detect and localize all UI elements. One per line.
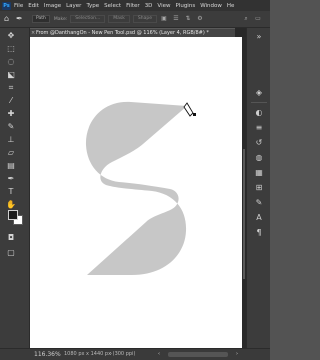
history-panel-icon[interactable]: ↺ — [254, 138, 264, 148]
home-icon[interactable]: ⌂ — [4, 15, 12, 23]
menu-plugins[interactable]: Plugins — [175, 3, 195, 9]
swatches-panel-icon[interactable]: ▦ — [254, 168, 264, 178]
crop-tool-icon[interactable]: ⌗ — [4, 83, 18, 93]
document-canvas[interactable] — [30, 37, 245, 349]
pen-tool-preset-icon[interactable]: ✒ — [16, 14, 26, 24]
workspace-icon[interactable]: ▭ — [254, 15, 262, 23]
close-tab-icon[interactable]: × — [31, 29, 35, 37]
zoom-level[interactable]: 116.36% — [34, 349, 61, 360]
status-bar: 116.36% 1080 px x 1440 px (300 ppi) › ‹ … — [0, 348, 270, 360]
search-icon[interactable]: ⌕ — [242, 15, 250, 23]
brush-tool-icon[interactable]: ✎ — [4, 122, 18, 132]
menu-view[interactable]: View — [157, 3, 170, 9]
make-label: Make: — [53, 16, 68, 22]
menu-file[interactable]: File — [14, 3, 23, 9]
lasso-tool-icon[interactable]: ◌ — [4, 57, 18, 67]
hand-tool-icon[interactable]: ✋ — [4, 200, 18, 210]
character-panel-icon[interactable]: A — [254, 213, 264, 223]
menu-select[interactable]: Select — [104, 3, 121, 9]
make-mask-button[interactable]: Mask — [108, 15, 130, 23]
layers-panel-icon[interactable]: ◈ — [254, 88, 264, 98]
document-tab-title: From @DanthangOn - New Pen Tool.psd @ 11… — [36, 30, 209, 36]
vertical-scroll-thumb[interactable] — [243, 149, 245, 279]
artwork-svg — [85, 101, 196, 275]
screen-mode-icon[interactable]: ▢ — [4, 248, 18, 258]
tool-mode-dropdown[interactable]: Path — [32, 15, 50, 23]
horizontal-scrollbar[interactable] — [168, 352, 228, 357]
panel-collapse-icon[interactable]: » — [254, 32, 264, 42]
gradient-tool-icon[interactable]: ▤ — [4, 161, 18, 171]
eraser-tool-icon[interactable]: ▱ — [4, 148, 18, 158]
menu-help[interactable]: He — [227, 3, 235, 9]
path-alignment-icon[interactable]: ☰ — [172, 15, 180, 23]
paths-panel-icon[interactable]: ✎ — [254, 198, 264, 208]
quick-mask-icon[interactable]: ◘ — [4, 233, 18, 243]
menu-edit[interactable]: Edit — [28, 3, 39, 9]
pen-cursor-icon — [183, 102, 196, 117]
s-shape-path — [85, 101, 187, 275]
healing-brush-tool-icon[interactable]: ✚ — [4, 109, 18, 119]
color-panel-icon[interactable]: ◍ — [254, 153, 264, 163]
tools-panel: ✥ ⬚ ◌ ⬕ ⌗ ⁄ ✚ ✎ ⊥ ▱ ▤ ✒ T ✋ ◘ ▢ — [0, 28, 30, 348]
scroll-left-icon[interactable]: ‹ — [158, 349, 160, 360]
eyedropper-tool-icon[interactable]: ⁄ — [4, 96, 18, 106]
make-selection-button[interactable]: Selection... — [70, 15, 106, 23]
adjustments-panel-icon[interactable]: ◐ — [254, 108, 264, 118]
menu-window[interactable]: Window — [200, 3, 222, 9]
menu-3d[interactable]: 3D — [145, 3, 153, 9]
paragraph-panel-icon[interactable]: ¶ — [254, 228, 264, 238]
move-tool-icon[interactable]: ✥ — [4, 31, 18, 41]
right-panel-dock: » ◈ ◐ ≡ ↺ ◍ ▦ ⊞ ✎ A ¶ — [246, 28, 270, 348]
path-operations-icon[interactable]: ▣ — [160, 15, 168, 23]
document-tab[interactable]: × From @DanthangOn - New Pen Tool.psd @ … — [30, 28, 235, 37]
scroll-right-icon[interactable]: › — [236, 349, 238, 360]
menu-type[interactable]: Type — [86, 3, 99, 9]
menu-filter[interactable]: Filter — [126, 3, 140, 9]
canvas-area[interactable] — [30, 37, 246, 350]
menu-bar: Ps File Edit Image Layer Type Select Fil… — [0, 0, 270, 11]
menu-layer[interactable]: Layer — [66, 3, 81, 9]
channels-panel-icon[interactable]: ⊞ — [254, 183, 264, 193]
clone-stamp-tool-icon[interactable]: ⊥ — [4, 135, 18, 145]
foreground-color-swatch[interactable] — [8, 210, 18, 220]
make-shape-button[interactable]: Shape — [132, 15, 157, 23]
pen-tool-icon[interactable]: ✒ — [4, 174, 18, 184]
options-bar: ⌂ ✒ Path Make: Selection... Mask Shape ▣… — [0, 11, 270, 28]
properties-panel-icon[interactable]: ≡ — [254, 123, 264, 133]
document-info: 1080 px x 1440 px (300 ppi) — [64, 351, 136, 357]
panel-divider — [251, 102, 267, 103]
type-tool-icon[interactable]: T — [4, 187, 18, 197]
photoshop-logo: Ps — [2, 1, 11, 10]
status-menu-arrow[interactable]: › — [110, 349, 112, 360]
document-tab-bar: × From @DanthangOn - New Pen Tool.psd @ … — [30, 28, 246, 37]
object-selection-tool-icon[interactable]: ⬕ — [4, 70, 18, 80]
menu-image[interactable]: Image — [44, 3, 61, 9]
marquee-tool-icon[interactable]: ⬚ — [4, 44, 18, 54]
settings-gear-icon[interactable]: ⚙ — [196, 15, 204, 23]
path-arrangement-icon[interactable]: ⇅ — [184, 15, 192, 23]
